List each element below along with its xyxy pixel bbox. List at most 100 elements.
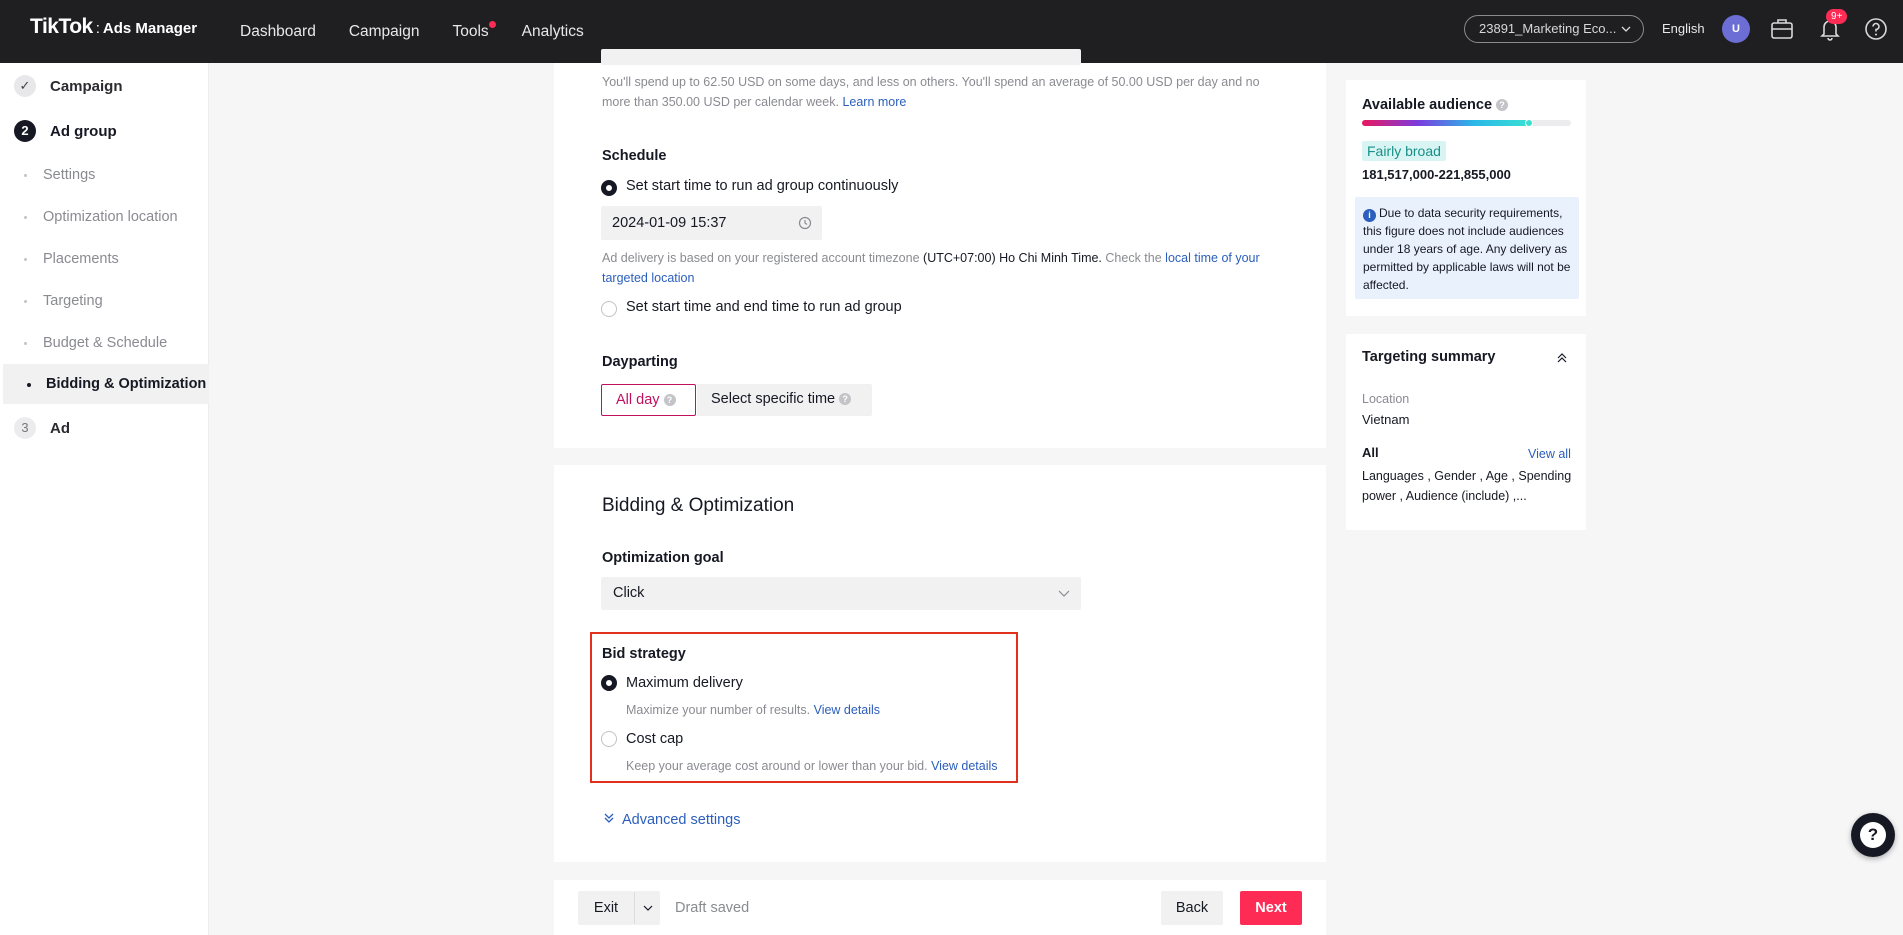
timezone-note: Ad delivery is based on your registered …	[602, 248, 1282, 288]
cost-cap-desc: Keep your average cost around or lower t…	[626, 756, 998, 776]
nav-tools-label: Tools	[452, 22, 489, 40]
nav-dashboard[interactable]: Dashboard	[240, 23, 316, 41]
logo-separator: :	[95, 20, 100, 37]
help-circle-icon[interactable]	[1863, 16, 1889, 42]
next-button[interactable]: Next	[1240, 891, 1302, 925]
double-chevron-down-icon	[603, 811, 615, 828]
sidebar-item-targeting[interactable]: Targeting	[0, 281, 206, 321]
audience-info-note: i Due to data security requirements, this…	[1355, 197, 1579, 299]
maximum-delivery-desc: Maximize your number of results. View de…	[626, 700, 880, 720]
radio-cost-cap[interactable]	[601, 731, 617, 747]
dayparting-specific-time-button[interactable]: Select specific time?	[697, 384, 872, 416]
audience-breadth-fill	[1362, 120, 1530, 126]
question-mark-icon: ?	[839, 393, 852, 406]
dayparting-title: Dayparting	[602, 354, 678, 370]
sidebar-item-settings[interactable]: Settings	[0, 155, 206, 195]
chevron-down-icon	[1058, 577, 1070, 623]
exit-options-dropdown[interactable]	[634, 891, 660, 925]
all-label: All	[1362, 445, 1379, 460]
check-icon: ✓	[14, 75, 36, 97]
location-value: Vietnam	[1362, 412, 1410, 427]
learn-more-link[interactable]: Learn more	[842, 95, 906, 109]
main-nav: Dashboard Campaign Tools Analytics	[240, 0, 617, 63]
audience-range: 181,517,000-221,855,000	[1362, 167, 1511, 182]
start-time-value: 2024-01-09 15:37	[612, 215, 727, 231]
optimization-goal-value: Click	[613, 585, 645, 601]
nav-tools[interactable]: Tools	[452, 20, 496, 41]
option-continuous-label[interactable]: Set start time to run ad group continuou…	[626, 178, 898, 194]
bidding-title: Bidding & Optimization	[602, 495, 795, 516]
view-all-link[interactable]: View all	[1528, 447, 1571, 461]
step-ad[interactable]: 3 Ad	[14, 417, 70, 439]
advanced-settings-label: Advanced settings	[622, 811, 741, 828]
timezone-note-pre: Ad delivery is based on your registered …	[602, 251, 920, 265]
sidebar-item-bidding-optimization[interactable]: Bidding & Optimization	[3, 364, 209, 404]
question-mark-icon[interactable]: ?	[1496, 99, 1509, 112]
targeting-all-value: Languages , Gender , Age , Spending powe…	[1362, 469, 1572, 503]
step-label: Ad	[50, 419, 70, 437]
maximum-delivery-desc-text: Maximize your number of results.	[626, 703, 811, 717]
language-selector[interactable]: English	[1662, 21, 1705, 36]
floating-help-button[interactable]: ?	[1851, 813, 1895, 857]
all-day-label: All day	[616, 392, 660, 408]
step-ad-group[interactable]: 2 Ad group	[14, 120, 117, 142]
account-name: 23891_Marketing Eco...	[1479, 21, 1617, 36]
nav-analytics[interactable]: Analytics	[522, 23, 584, 41]
logo-brand: TikTok	[30, 15, 93, 38]
tiktok-ads-manager-logo[interactable]: TikTok : Ads Manager	[30, 15, 197, 39]
exit-button[interactable]: Exit	[578, 891, 634, 925]
specific-time-label: Select specific time	[711, 391, 836, 407]
timezone-note-mid: Check the	[1105, 251, 1162, 265]
budget-spend-note: You'll spend up to 62.50 USD on some day…	[602, 72, 1272, 112]
logo-product: Ads Manager	[102, 20, 198, 37]
sidebar-item-optimization-location[interactable]: Optimization location	[0, 197, 206, 237]
budget-input-remnant[interactable]	[601, 49, 1081, 65]
step-label: Ad group	[50, 122, 117, 140]
available-audience-title-text: Available audience	[1362, 97, 1493, 113]
location-label: Location	[1362, 392, 1410, 406]
chevron-down-icon	[1621, 16, 1631, 51]
cost-cap-view-details-link[interactable]: View details	[931, 759, 997, 773]
info-icon: i	[1363, 209, 1376, 222]
notification-badge: 9+	[1826, 9, 1848, 24]
account-selector[interactable]: 23891_Marketing Eco...	[1464, 15, 1644, 43]
chevron-down-icon	[643, 905, 653, 929]
available-audience-title: Available audience?	[1362, 97, 1509, 113]
step-label: Campaign	[50, 77, 123, 95]
maximum-delivery-view-details-link[interactable]: View details	[814, 703, 880, 717]
audience-breadth-bar	[1362, 119, 1571, 127]
audience-level-badge: Fairly broad	[1362, 141, 1446, 161]
option-start-end-label[interactable]: Set start time and end time to run ad gr…	[626, 299, 902, 315]
radio-start-end[interactable]	[601, 301, 617, 317]
collapse-chevron-icon[interactable]	[1556, 351, 1568, 367]
budget-spend-text: You'll spend up to 62.50 USD on some day…	[602, 75, 1260, 109]
advanced-settings-toggle[interactable]: Advanced settings	[603, 811, 741, 828]
sidebar-item-budget-schedule[interactable]: Budget & Schedule	[0, 323, 206, 363]
dayparting-all-day-button[interactable]: All day?	[601, 384, 696, 416]
question-mark-icon: ?	[663, 394, 676, 407]
schedule-title: Schedule	[602, 148, 667, 164]
nav-campaign[interactable]: Campaign	[349, 23, 420, 41]
sidebar-item-placements[interactable]: Placements	[0, 239, 206, 279]
radio-maximum-delivery[interactable]	[601, 675, 617, 691]
question-mark-icon: ?	[1860, 822, 1886, 849]
audience-info-text: Due to data security requirements, this …	[1363, 206, 1571, 292]
cost-cap-label[interactable]: Cost cap	[626, 731, 683, 747]
audience-breadth-indicator	[1525, 119, 1534, 127]
back-button[interactable]: Back	[1161, 891, 1223, 925]
optimization-goal-select[interactable]: Click	[601, 577, 1081, 610]
briefcase-icon[interactable]	[1769, 16, 1795, 42]
tools-dot-indicator	[488, 20, 496, 28]
step-number: 2	[14, 120, 36, 142]
timezone-value: (UTC+07:00) Ho Chi Minh Time.	[923, 251, 1102, 265]
avatar[interactable]: U	[1722, 15, 1750, 43]
start-time-input[interactable]: 2024-01-09 15:37	[601, 206, 822, 240]
step-campaign[interactable]: ✓ Campaign	[14, 75, 123, 97]
clock-icon	[798, 206, 812, 253]
radio-continuous[interactable]	[601, 180, 617, 196]
optimization-goal-label: Optimization goal	[602, 550, 724, 566]
draft-saved-status: Draft saved	[675, 900, 750, 916]
cost-cap-desc-text: Keep your average cost around or lower t…	[626, 759, 928, 773]
step-number: 3	[14, 417, 36, 439]
maximum-delivery-label[interactable]: Maximum delivery	[626, 675, 743, 691]
